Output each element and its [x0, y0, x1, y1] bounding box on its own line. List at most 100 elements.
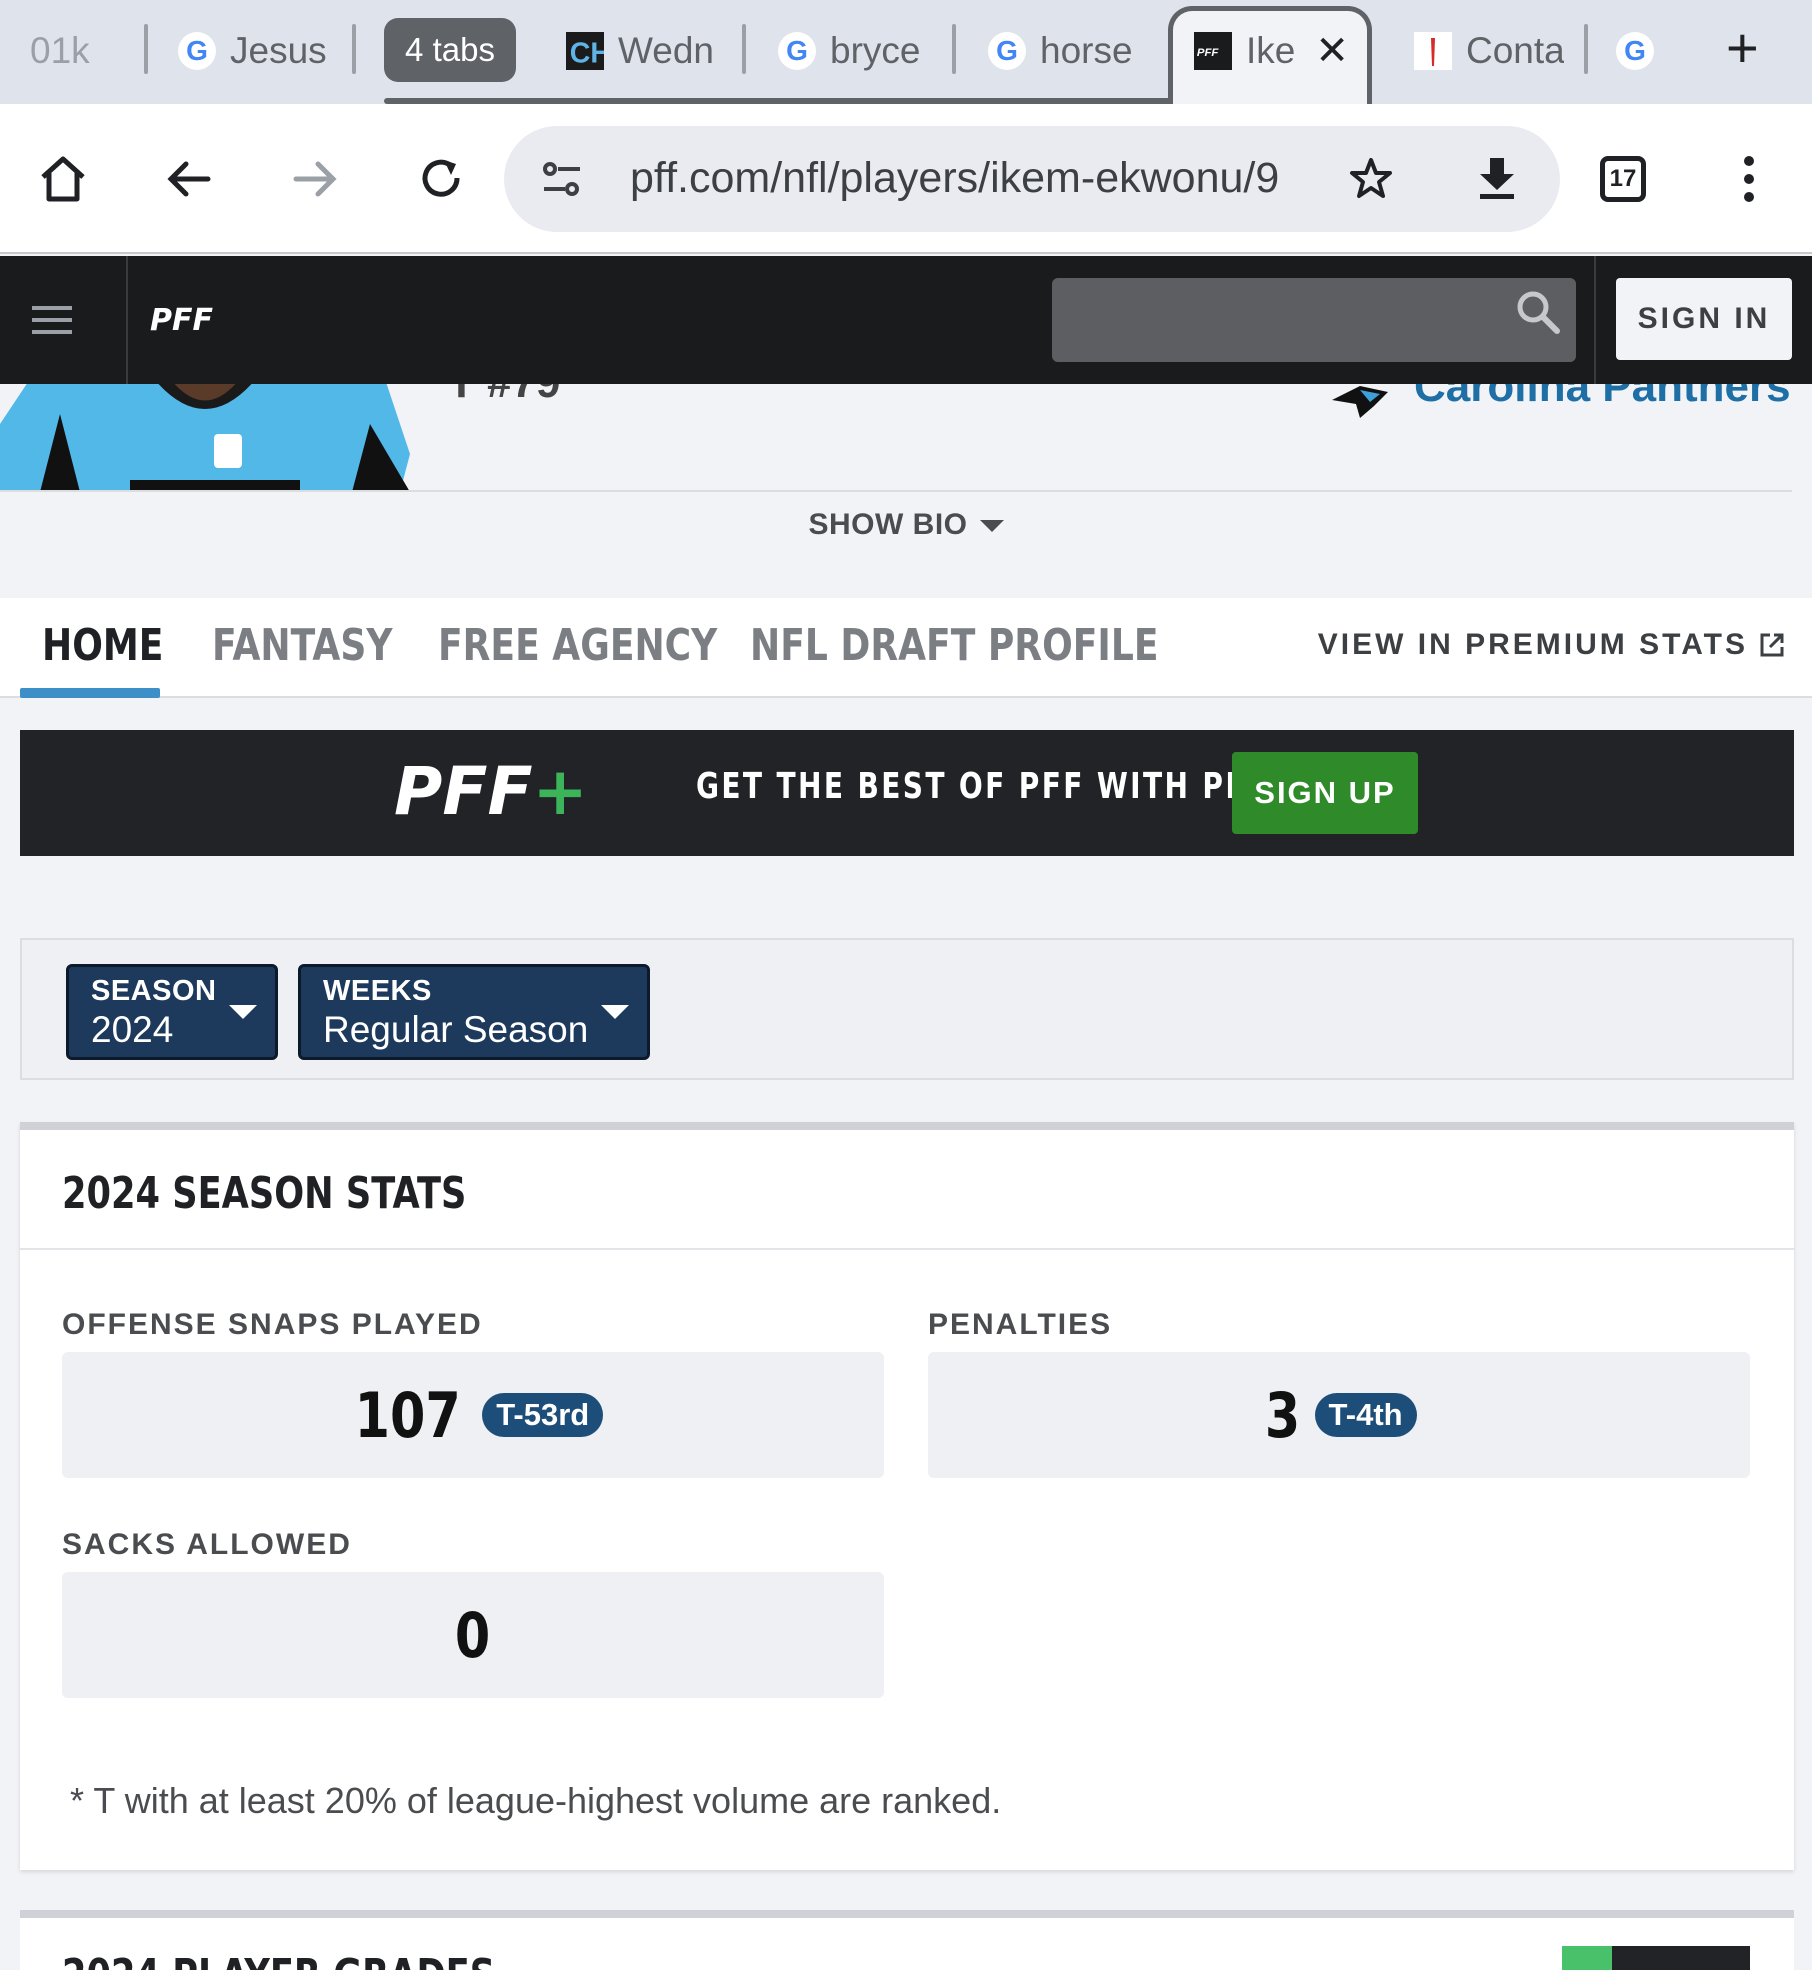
- browser-tab[interactable]: G bryce: [778, 16, 928, 86]
- pff-plus-logo: PFF+: [394, 753, 664, 830]
- player-nav-tabs: HOME FANTASY FREE AGENCY NFL DRAFT PROFI…: [0, 598, 1812, 698]
- lock-icon: [1562, 1946, 1612, 1970]
- tab-title: horse: [1040, 30, 1133, 71]
- google-icon: G: [1616, 32, 1654, 70]
- browser-tab-strip: 01k G Jesus 4 tabs CH Wedn G bryce G hor…: [0, 0, 1812, 104]
- plus-glyph: +: [533, 760, 588, 824]
- tab-nfl-draft-profile[interactable]: NFL DRAFT PROFILE: [750, 620, 1158, 671]
- header-divider: [126, 256, 128, 384]
- season-stats-card: 2024 SEASON STATS OFFENSE SNAPS PLAYED 1…: [20, 1122, 1794, 1870]
- ch-site-icon: CH: [566, 32, 604, 70]
- pff-logo-graphic: PFF: [150, 303, 213, 338]
- banner-text: GET THE BEST OF PFF WITH PFF+: [696, 766, 1295, 807]
- season-label: SEASON: [91, 975, 217, 1007]
- penalties-stat: 3 T-4th: [928, 1352, 1750, 1478]
- forward-arrow-icon[interactable]: [280, 144, 350, 214]
- google-icon: G: [778, 32, 816, 70]
- tab-title: Ike: [1246, 30, 1296, 71]
- browser-tab[interactable]: CH Wedn: [566, 16, 716, 86]
- sacks-allowed-stat: 0: [62, 1572, 884, 1698]
- browser-toolbar: pff.com/nfl/players/ikem-ekwonu/9 17: [0, 104, 1812, 254]
- show-bio-toggle[interactable]: SHOW BIO: [0, 508, 1812, 542]
- hamburger-menu-icon[interactable]: [30, 298, 96, 342]
- close-tab-icon[interactable]: ✕: [1315, 28, 1349, 74]
- new-tab-button[interactable]: +: [1726, 20, 1759, 76]
- svg-text:PFF+: PFF+: [394, 760, 588, 824]
- browser-tab[interactable]: 01k: [30, 16, 120, 86]
- panthers-logo-icon: [1330, 384, 1390, 425]
- sacks-allowed-label: SACKS ALLOWED: [62, 1528, 352, 1561]
- bookmark-star-icon[interactable]: [1336, 144, 1406, 214]
- tab-separator: [352, 24, 356, 74]
- chevron-down-icon: [601, 1005, 629, 1019]
- reload-icon[interactable]: [406, 144, 476, 214]
- chevron-down-icon: [229, 1005, 257, 1019]
- weeks-label: WEEKS: [323, 975, 432, 1007]
- site-settings-icon[interactable]: [540, 158, 584, 207]
- offense-snaps-value: 107: [354, 1378, 461, 1452]
- pff-plus-lock-badge[interactable]: [1562, 1946, 1750, 1970]
- tab-title: bryce: [830, 30, 921, 71]
- site-header: PFF SIGN IN: [0, 256, 1812, 384]
- site-icon: [1414, 32, 1452, 70]
- tab-home[interactable]: HOME: [42, 620, 163, 671]
- svg-text:PFF: PFF: [1197, 47, 1220, 59]
- active-tab-indicator: [20, 688, 160, 698]
- stats-filters: SEASON 2024 WEEKS Regular Season: [20, 938, 1794, 1080]
- tab-separator: [952, 24, 956, 74]
- player-photo: [0, 384, 412, 492]
- tab-switcher-button[interactable]: 17: [1588, 144, 1658, 214]
- view-premium-stats-link[interactable]: VIEW IN PREMIUM STATS: [1318, 628, 1786, 662]
- tab-fantasy[interactable]: FANTASY: [212, 620, 392, 671]
- browser-tab[interactable]: G: [1616, 16, 1676, 86]
- tab-free-agency[interactable]: FREE AGENCY: [438, 620, 717, 671]
- google-icon: G: [988, 32, 1026, 70]
- sign-up-button[interactable]: SIGN UP: [1232, 752, 1418, 834]
- chevron-down-icon: [979, 520, 1004, 533]
- sacks-allowed-value: 0: [455, 1598, 491, 1672]
- header-divider: [1594, 256, 1596, 384]
- premium-link-label: VIEW IN PREMIUM STATS: [1317, 628, 1748, 661]
- rank-badge: T-53rd: [482, 1393, 604, 1437]
- google-icon: G: [178, 32, 216, 70]
- season-dropdown[interactable]: SEASON 2024: [66, 964, 278, 1060]
- browser-tab[interactable]: G Jesus: [178, 16, 328, 86]
- svg-text:CH: CH: [570, 37, 604, 69]
- pff-logo[interactable]: PFF: [148, 298, 248, 343]
- tab-title: Wedn: [618, 30, 714, 71]
- player-position-number: T #79: [448, 384, 561, 408]
- team-name-link[interactable]: Carolina Panthers: [1414, 384, 1791, 412]
- rank-badge: T-4th: [1314, 1393, 1417, 1437]
- browser-tab[interactable]: G horse: [988, 16, 1138, 86]
- tab-separator: [1584, 24, 1588, 74]
- search-input[interactable]: [1052, 278, 1576, 362]
- browser-tab-active[interactable]: PFF Ike ✕: [1194, 16, 1354, 86]
- season-value: 2024: [91, 1009, 174, 1050]
- back-arrow-icon[interactable]: [154, 144, 224, 214]
- pff-plus-banner: PFF+ GET THE BEST OF PFF WITH PFF+ SIGN …: [20, 730, 1794, 856]
- home-icon[interactable]: [28, 144, 98, 214]
- url-text[interactable]: pff.com/nfl/players/ikem-ekwonu/9: [630, 154, 1279, 203]
- tab-title: Conta: [1466, 30, 1564, 71]
- download-icon[interactable]: [1462, 144, 1532, 214]
- card-title: 2024 SEASON STATS: [62, 1168, 467, 1219]
- tab-count: 17: [1600, 156, 1646, 202]
- search-icon[interactable]: [1514, 288, 1562, 341]
- pff-icon: PFF: [1194, 32, 1232, 70]
- tab-group-chip[interactable]: 4 tabs: [384, 18, 516, 82]
- svg-text:PFF: PFF: [150, 303, 213, 338]
- more-menu-icon[interactable]: [1714, 144, 1784, 214]
- player-hero: T #79 Carolina Panthers: [0, 384, 1812, 492]
- offense-snaps-label: OFFENSE SNAPS PLAYED: [62, 1308, 483, 1341]
- show-bio-label: SHOW BIO: [808, 508, 968, 541]
- tab-title: 01k: [30, 30, 90, 71]
- browser-tab[interactable]: Conta: [1414, 16, 1564, 86]
- hero-divider: [0, 490, 1792, 492]
- weeks-dropdown[interactable]: WEEKS Regular Season: [298, 964, 650, 1060]
- sign-in-button[interactable]: SIGN IN: [1616, 278, 1792, 360]
- penalties-value: 3: [1265, 1378, 1301, 1452]
- offense-snaps-stat: 107 T-53rd: [62, 1352, 884, 1478]
- tab-separator: [144, 24, 148, 74]
- player-grades-card: 2024 PLAYER GRADES: [20, 1910, 1794, 1970]
- card-title: 2024 PLAYER GRADES: [62, 1950, 495, 1970]
